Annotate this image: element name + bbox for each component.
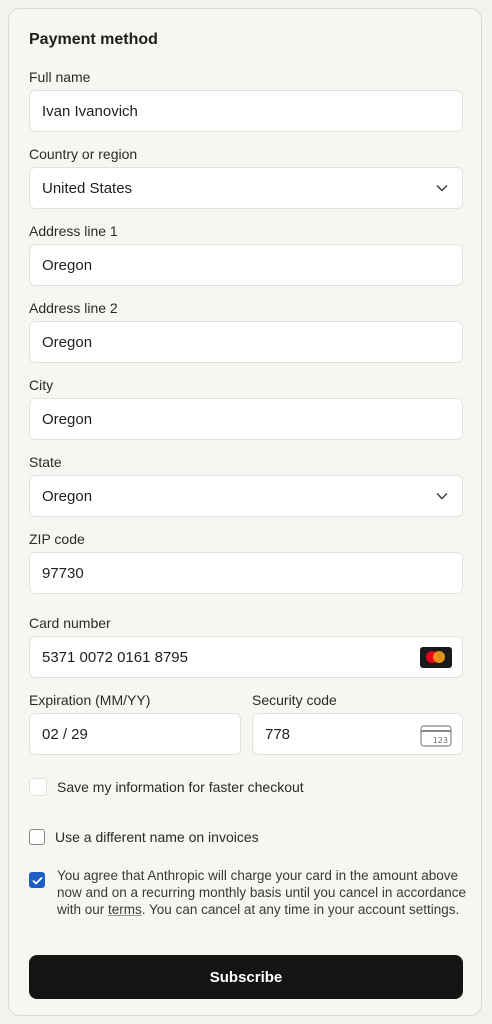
full-name-value: Ivan Ivanovich xyxy=(42,102,138,120)
city-value: Oregon xyxy=(42,410,93,428)
expiration-value: 02 / 29 xyxy=(42,725,88,743)
country-value: United States xyxy=(42,179,133,197)
agreement-checkbox[interactable] xyxy=(29,872,45,888)
card-number-field[interactable]: 5371 0072 0161 8795 xyxy=(29,636,463,678)
security-code-label: Security code xyxy=(252,692,337,708)
zip-code-field[interactable]: 97730 xyxy=(29,552,463,594)
section-title: Payment method xyxy=(29,31,158,48)
zip-code-label: ZIP code xyxy=(29,531,85,547)
full-name-field[interactable]: Ivan Ivanovich xyxy=(29,90,463,132)
address-line-1-label: Address line 1 xyxy=(29,223,118,239)
state-select[interactable]: Oregon xyxy=(29,475,463,517)
address-line-2-field[interactable]: Oregon xyxy=(29,321,463,363)
zip-code-value: 97730 xyxy=(42,564,84,582)
mastercard-icon xyxy=(420,647,452,668)
state-label: State xyxy=(29,454,62,470)
different-name-checkbox[interactable] xyxy=(29,829,45,845)
state-value: Oregon xyxy=(42,487,93,505)
cvc-icon-text: 123 xyxy=(433,736,448,745)
expiration-field[interactable]: 02 / 29 xyxy=(29,713,241,755)
checkmark-icon xyxy=(31,876,43,885)
address-line-2-value: Oregon xyxy=(42,333,93,351)
country-label: Country or region xyxy=(29,146,138,162)
save-info-checkbox[interactable] xyxy=(29,778,47,796)
card-cvc-icon: 123 xyxy=(420,725,452,751)
address-line-1-value: Oregon xyxy=(42,256,93,274)
expiration-label: Expiration (MM/YY) xyxy=(29,692,151,708)
different-name-row[interactable]: Use a different name on invoices xyxy=(29,829,259,845)
different-name-label: Use a different name on invoices xyxy=(55,829,259,845)
address-line-1-field[interactable]: Oregon xyxy=(29,244,463,286)
address-line-2-label: Address line 2 xyxy=(29,300,118,316)
full-name-label: Full name xyxy=(29,69,91,85)
security-code-field[interactable]: 778 123 xyxy=(252,713,463,755)
save-info-row[interactable]: Save my information for faster checkout xyxy=(29,778,304,796)
chevron-down-icon xyxy=(422,168,462,208)
chevron-down-icon xyxy=(422,476,462,516)
country-select[interactable]: United States xyxy=(29,167,463,209)
city-label: City xyxy=(29,377,54,393)
terms-link[interactable]: terms xyxy=(108,902,142,917)
card-number-value: 5371 0072 0161 8795 xyxy=(42,648,188,666)
city-field[interactable]: Oregon xyxy=(29,398,463,440)
payment-form-panel: Payment method Full name Ivan Ivanovich … xyxy=(8,8,482,1016)
agreement-text: You agree that Anthropic will charge you… xyxy=(57,868,466,917)
save-info-label: Save my information for faster checkout xyxy=(57,779,304,795)
subscribe-button[interactable]: Subscribe xyxy=(29,955,463,999)
card-number-label: Card number xyxy=(29,615,111,631)
